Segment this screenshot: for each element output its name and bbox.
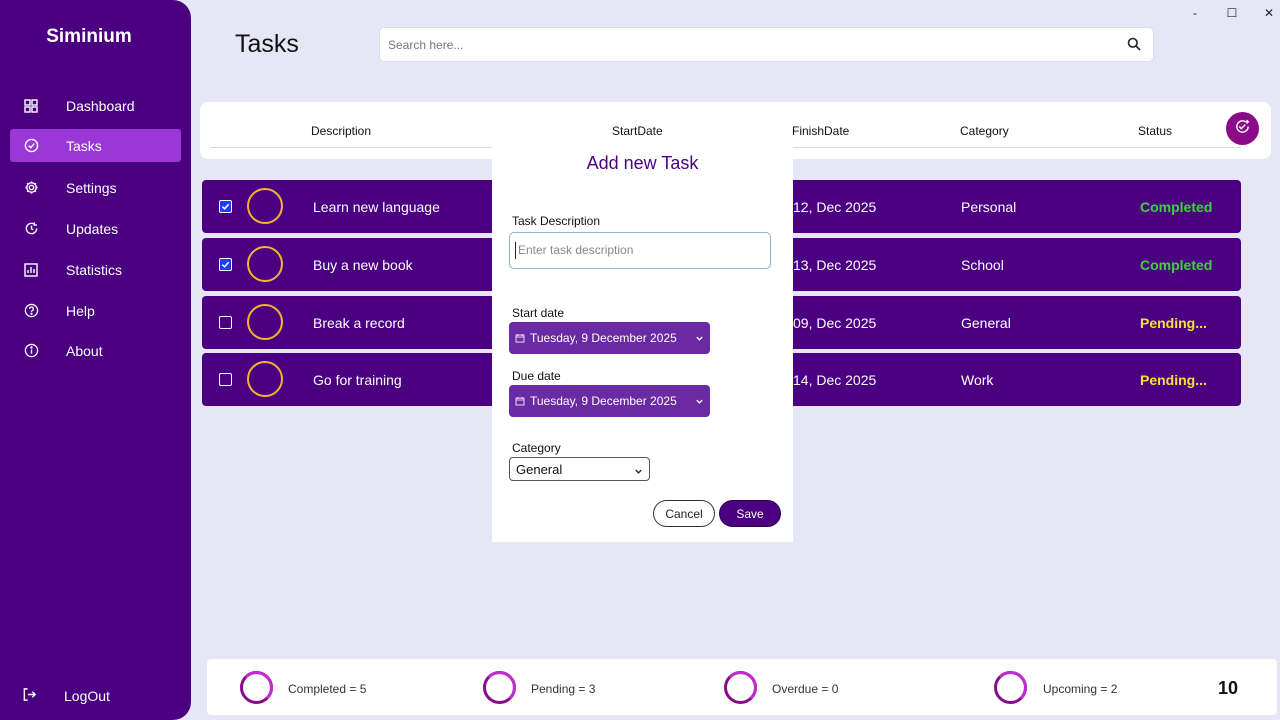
- maximize-button[interactable]: ☐: [1222, 6, 1242, 20]
- text-caret: [515, 242, 516, 259]
- due-date-label: Due date: [512, 369, 561, 383]
- sidebar-item-label: Dashboard: [66, 97, 135, 114]
- logout-button[interactable]: LogOut: [0, 684, 191, 708]
- task-progress-ring: [247, 304, 283, 340]
- calendar-icon: [515, 395, 525, 409]
- task-status: Pending...: [1140, 372, 1207, 388]
- start-date-label: Start date: [512, 306, 565, 320]
- task-finish-date: 13, Dec 2025: [793, 257, 877, 273]
- search-bar: [379, 27, 1154, 62]
- category-value: General: [516, 462, 563, 477]
- completed-count: Completed = 5: [288, 682, 367, 696]
- add-task-dialog: Add new Task Task Description Start date…: [492, 141, 793, 542]
- chevron-down-icon: [634, 464, 643, 479]
- sidebar-item-label: About: [66, 342, 103, 359]
- sidebar-item-updates[interactable]: Updates: [10, 212, 181, 245]
- chevron-down-icon: [695, 395, 704, 409]
- sidebar-item-label: Tasks: [66, 137, 102, 154]
- chart-icon: [22, 261, 40, 279]
- column-start-date: StartDate: [612, 124, 663, 138]
- close-button[interactable]: ✕: [1259, 6, 1279, 20]
- start-date-picker[interactable]: Tuesday, 9 December 2025: [509, 322, 710, 354]
- overdue-ring: [724, 671, 757, 704]
- task-description: Learn new language: [313, 199, 440, 215]
- info-icon: [22, 342, 40, 360]
- upcoming-count: Upcoming = 2: [1043, 682, 1118, 696]
- column-category: Category: [960, 124, 1009, 138]
- sidebar-item-tasks[interactable]: Tasks: [10, 129, 181, 162]
- task-category: General: [961, 315, 1011, 331]
- tasks-check-icon: [22, 137, 40, 155]
- add-task-button[interactable]: [1226, 112, 1259, 145]
- task-category: School: [961, 257, 1004, 273]
- task-description: Go for training: [313, 372, 402, 388]
- sidebar-item-label: Help: [66, 302, 95, 319]
- sidebar-item-help[interactable]: Help: [10, 294, 181, 327]
- sidebar-item-label: Statistics: [66, 261, 123, 278]
- overdue-count: Overdue = 0: [772, 682, 839, 696]
- help-icon: [22, 302, 40, 320]
- total-count: 10: [1218, 678, 1239, 698]
- task-status: Completed: [1140, 199, 1213, 215]
- task-status: Pending...: [1140, 315, 1207, 331]
- task-checkbox[interactable]: [219, 258, 232, 271]
- start-date-value: Tuesday, 9 December 2025: [530, 331, 677, 345]
- page-title: Tasks: [235, 30, 299, 58]
- task-category: Work: [961, 372, 994, 388]
- description-label: Task Description: [512, 214, 601, 228]
- task-progress-ring: [247, 361, 283, 397]
- pending-count: Pending = 3: [531, 682, 596, 696]
- description-field-box: [509, 232, 771, 269]
- sidebar-item-statistics[interactable]: Statistics: [10, 253, 181, 286]
- dialog-title: Add new Task: [586, 153, 699, 173]
- save-button[interactable]: Save: [719, 500, 781, 527]
- column-finish-date: FinishDate: [792, 124, 850, 138]
- sidebar-item-settings[interactable]: Settings: [10, 171, 181, 204]
- pending-ring: [483, 671, 516, 704]
- gear-icon: [22, 179, 40, 197]
- refresh-icon: [22, 220, 40, 238]
- category-select[interactable]: General: [509, 457, 650, 481]
- sidebar-item-label: Settings: [66, 179, 117, 196]
- task-progress-ring: [247, 188, 283, 224]
- sidebar-item-label: Updates: [66, 220, 119, 237]
- task-checkbox[interactable]: [219, 200, 232, 213]
- minimize-button[interactable]: -: [1185, 6, 1205, 20]
- task-category: Personal: [961, 199, 1017, 215]
- task-checkbox[interactable]: [219, 373, 232, 386]
- logout-icon: [22, 687, 37, 705]
- sidebar-item-dashboard[interactable]: Dashboard: [10, 89, 181, 122]
- sidebar-item-about[interactable]: About: [10, 334, 181, 367]
- search-icon[interactable]: [1127, 37, 1141, 56]
- search-input[interactable]: [388, 36, 1118, 54]
- column-description: Description: [311, 124, 372, 138]
- task-finish-date: 14, Dec 2025: [793, 372, 877, 388]
- calendar-icon: [515, 332, 525, 346]
- task-description: Break a record: [313, 315, 405, 331]
- task-status: Completed: [1140, 257, 1213, 273]
- add-task-icon: [1234, 118, 1251, 140]
- upcoming-ring: [994, 671, 1027, 704]
- column-status: Status: [1138, 124, 1173, 138]
- task-summary-bar: Completed = 5 Pending = 3 Overdue = 0 Up…: [207, 659, 1277, 715]
- logout-label: LogOut: [64, 688, 110, 704]
- dashboard-icon: [22, 97, 40, 115]
- due-date-value: Tuesday, 9 December 2025: [530, 394, 677, 408]
- due-date-picker[interactable]: Tuesday, 9 December 2025: [509, 385, 710, 417]
- sidebar: Siminium Dashboard Tasks Settings Update…: [0, 0, 191, 720]
- cancel-button[interactable]: Cancel: [653, 500, 715, 527]
- task-finish-date: 12, Dec 2025: [793, 199, 877, 215]
- chevron-down-icon: [695, 332, 704, 346]
- task-description-input[interactable]: [518, 243, 758, 257]
- task-progress-ring: [247, 246, 283, 282]
- task-description: Buy a new book: [313, 257, 413, 273]
- app-brand: Siminium: [46, 26, 132, 47]
- task-checkbox[interactable]: [219, 316, 232, 329]
- task-finish-date: 09, Dec 2025: [793, 315, 877, 331]
- completed-ring: [240, 671, 273, 704]
- category-label: Category: [512, 441, 561, 455]
